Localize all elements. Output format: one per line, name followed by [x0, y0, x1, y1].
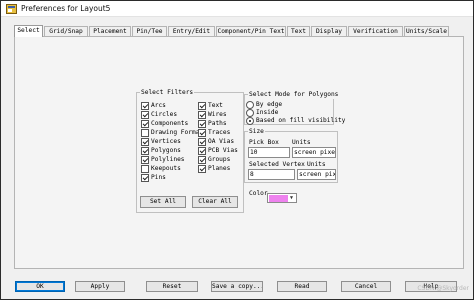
select-filters-title: Select Filters: [140, 88, 195, 97]
ok-button[interactable]: OK: [15, 281, 65, 292]
filter-polygons[interactable]: Polygons: [141, 146, 181, 155]
reset-button[interactable]: Reset: [146, 281, 198, 292]
size-title: Size: [248, 127, 265, 136]
selected-vertex-input[interactable]: 8: [248, 169, 295, 180]
filter-polylines[interactable]: Polylines: [141, 155, 185, 164]
checkbox[interactable]: [198, 146, 206, 155]
filter-planes[interactable]: Planes: [198, 164, 230, 173]
select-mode-title: Select Mode for Polygons: [248, 90, 340, 99]
watermark: CSDN @Skyorder: [417, 285, 469, 292]
checkbox[interactable]: [198, 110, 206, 119]
selected-vertex-label: Selected Vertex: [249, 161, 305, 168]
filter-traces[interactable]: Traces: [198, 128, 230, 137]
checkbox[interactable]: [198, 155, 206, 164]
pick-box-units-field[interactable]: screen pixels: [292, 147, 336, 158]
filter-paths[interactable]: Paths: [198, 119, 227, 128]
checkbox[interactable]: [141, 137, 149, 146]
checkbox[interactable]: [141, 119, 149, 128]
filter-drawing-format[interactable]: Drawing Format: [141, 128, 203, 137]
checkbox[interactable]: [198, 119, 206, 128]
pick-box-label: Pick Box: [249, 139, 279, 146]
selected-vertex-units-label: Units: [307, 161, 326, 168]
filter-wires[interactable]: Wires: [198, 110, 227, 119]
selected-vertex-units-field[interactable]: screen pixels: [297, 169, 336, 180]
select-mode-group: Select Mode for Polygons By edge Inside …: [244, 90, 345, 125]
filter-vertices[interactable]: Vertices: [141, 137, 181, 146]
select-filters-group: Select Filters Arcs Circles Components D…: [136, 88, 244, 213]
filter-keepouts[interactable]: Keepouts: [141, 164, 181, 173]
checkbox[interactable]: [198, 128, 206, 137]
chevron-down-icon[interactable]: ▼: [288, 195, 295, 202]
checkbox[interactable]: [141, 146, 149, 155]
checkbox[interactable]: [198, 137, 206, 146]
select-tab-panel: Select Filters Arcs Circles Components D…: [14, 36, 464, 269]
checkbox[interactable]: [198, 164, 206, 173]
checkbox[interactable]: [141, 164, 149, 173]
filter-pcb-vias[interactable]: PCB Vias: [198, 146, 238, 155]
mode-fill-visibility[interactable]: Based on fill visibility: [246, 116, 345, 125]
cancel-button[interactable]: Cancel: [341, 281, 391, 292]
size-group: Size Pick Box Units 10 screen pixels Sel…: [244, 127, 338, 183]
clear-all-button[interactable]: Clear All: [192, 196, 238, 208]
checkbox[interactable]: [198, 101, 206, 110]
filter-oa-vias[interactable]: OA Vias: [198, 137, 234, 146]
window-title: Preferences for Layout5: [21, 4, 111, 13]
color-label: Color: [249, 190, 268, 197]
filter-circles[interactable]: Circles: [141, 110, 177, 119]
apply-button[interactable]: Apply: [75, 281, 125, 292]
checkbox[interactable]: [141, 173, 149, 182]
checkbox[interactable]: [141, 128, 149, 137]
color-picker[interactable]: ▼: [267, 193, 297, 203]
checkbox[interactable]: [141, 155, 149, 164]
tab-select[interactable]: Select: [14, 25, 43, 37]
filter-pins[interactable]: Pins: [141, 173, 166, 182]
checkbox[interactable]: [141, 110, 149, 119]
set-all-button[interactable]: Set All: [140, 196, 186, 208]
filter-text[interactable]: Text: [198, 101, 223, 110]
color-swatch: [269, 195, 288, 202]
checkbox[interactable]: [141, 101, 149, 110]
save-a-copy-button[interactable]: Save a copy...: [211, 281, 263, 292]
radio[interactable]: [246, 116, 254, 125]
app-icon: [6, 4, 17, 14]
preferences-window: Preferences for Layout5 Select Grid/Snap…: [0, 0, 474, 300]
read-button[interactable]: Read: [277, 281, 327, 292]
filter-groups[interactable]: Groups: [198, 155, 230, 164]
pick-box-input[interactable]: 10: [248, 147, 290, 158]
filter-components[interactable]: Components: [141, 119, 188, 128]
title-bar[interactable]: Preferences for Layout5: [1, 1, 473, 17]
filter-arcs[interactable]: Arcs: [141, 101, 166, 110]
pick-box-units-label: Units: [292, 139, 311, 146]
